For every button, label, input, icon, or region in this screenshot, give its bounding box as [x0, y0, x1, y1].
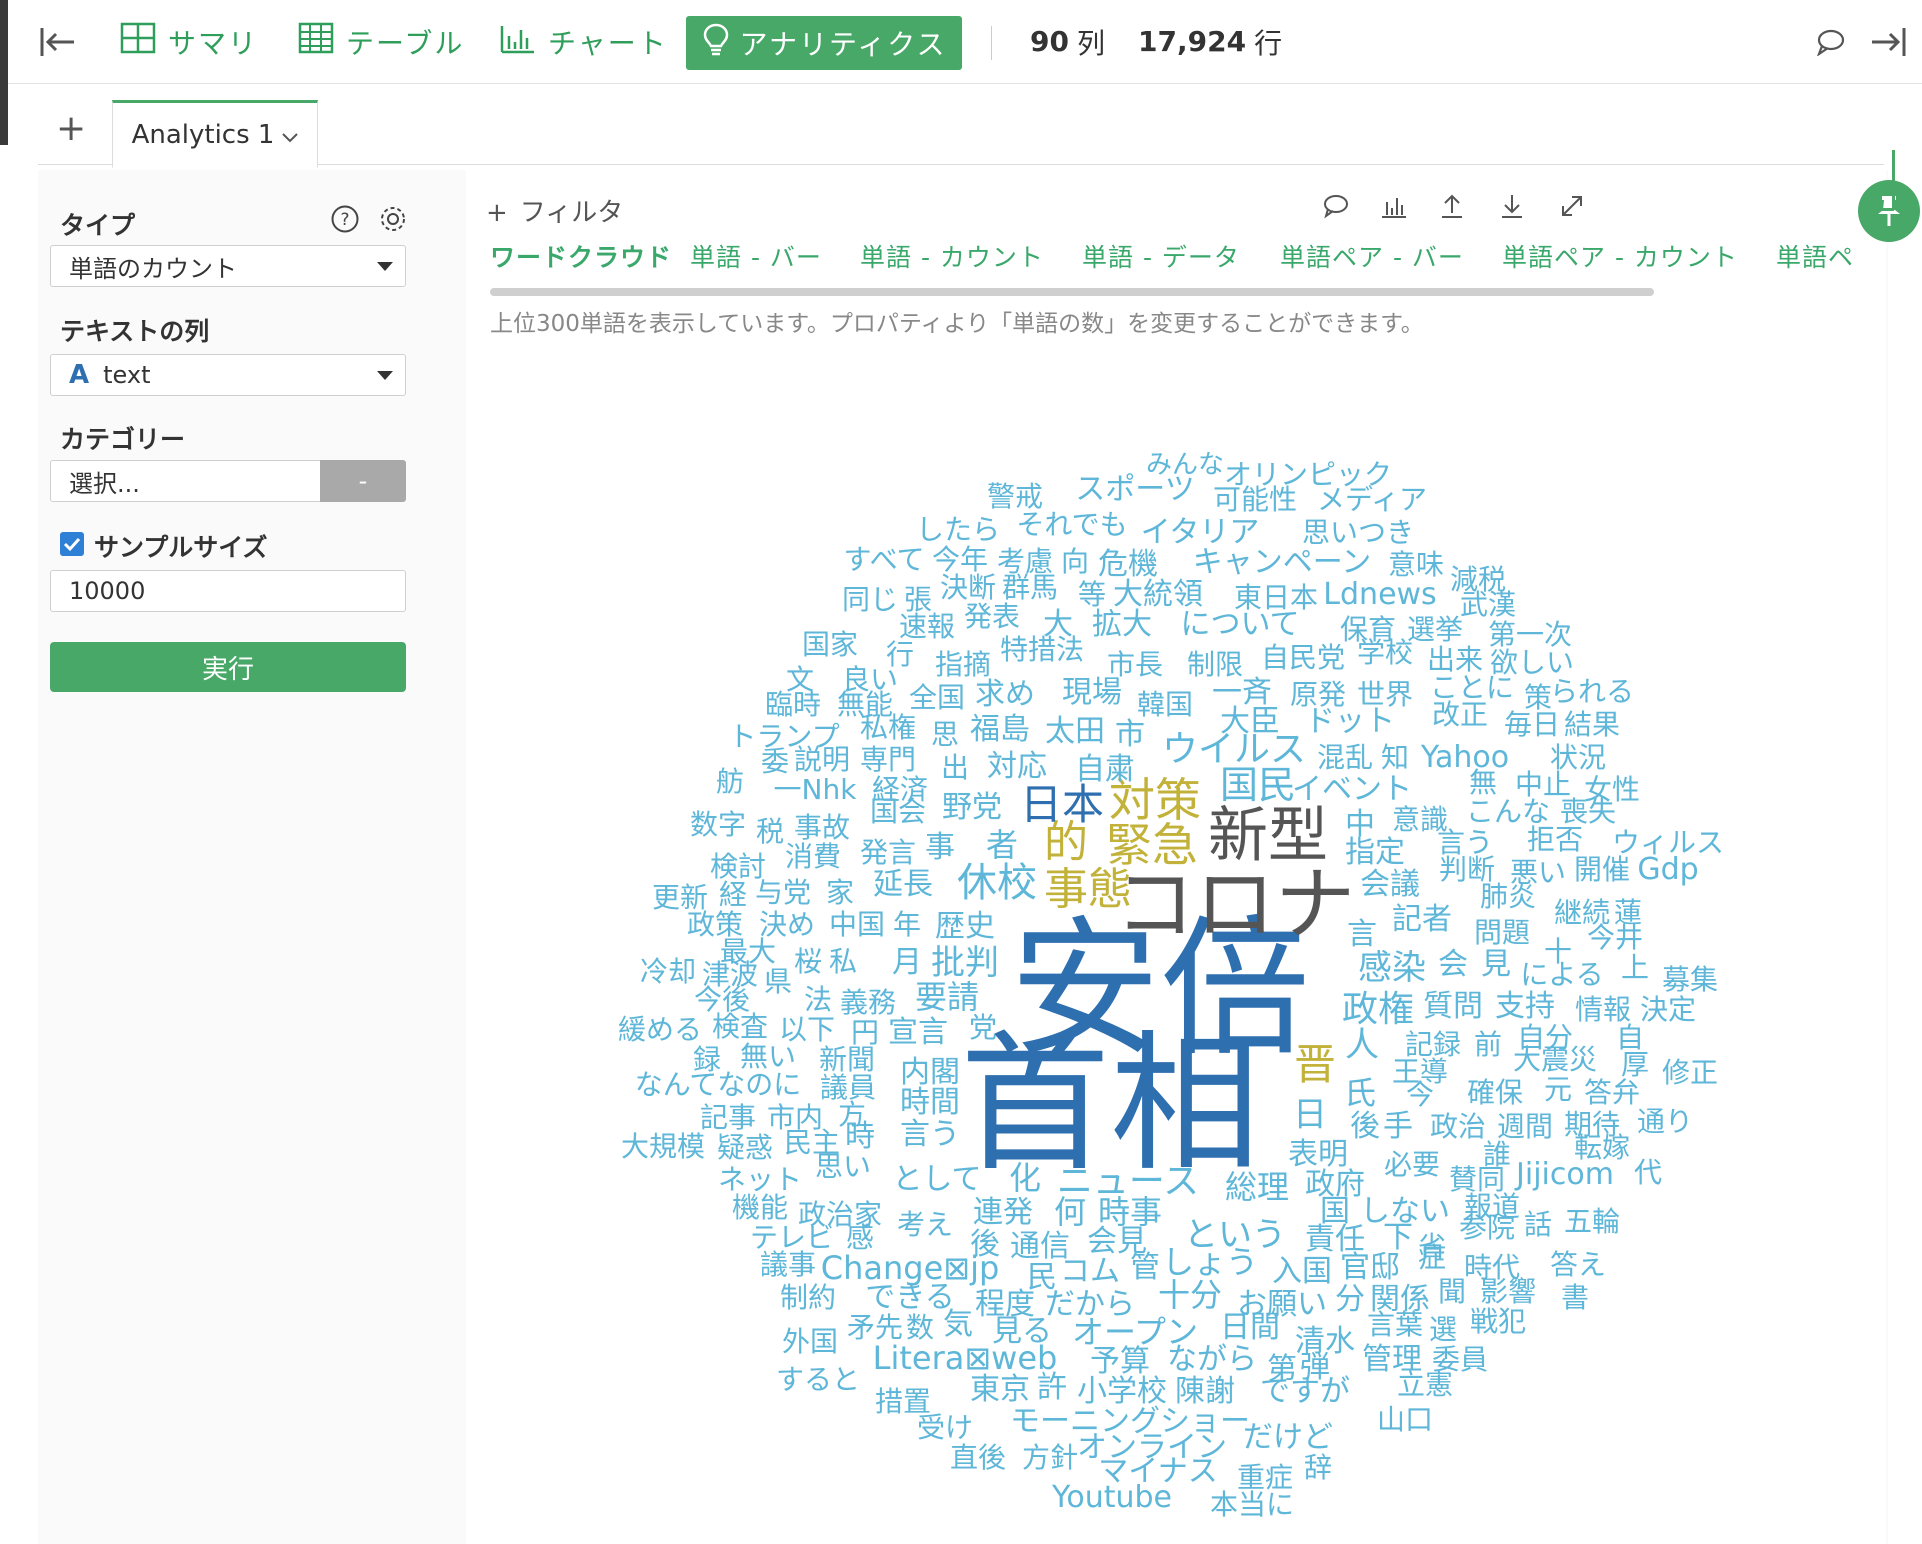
- text-column-label: テキストの列: [60, 317, 210, 346]
- tab-analytics[interactable]: アナリティクス: [686, 16, 962, 70]
- chevron-down-icon: [282, 120, 299, 150]
- column-count-value: 90: [1030, 25, 1069, 58]
- gear-icon[interactable]: [378, 204, 408, 238]
- tab-analytics-label: アナリティクス: [739, 28, 947, 61]
- sample-size-label: サンプルサイズ: [94, 533, 268, 562]
- analytics-tabs: + Analytics 1: [38, 98, 1884, 168]
- tab-chart-label: チャート: [548, 26, 668, 60]
- text-column-value: text: [103, 361, 151, 389]
- category-select[interactable]: 選択...: [50, 460, 320, 502]
- subtab-wordcloud[interactable]: ワードクラウド: [490, 238, 672, 274]
- sample-size-input[interactable]: 10000: [50, 570, 406, 612]
- subtab-word-data[interactable]: 単語 - データ: [1082, 238, 1240, 274]
- download-icon[interactable]: [1498, 192, 1526, 224]
- collapse-left-icon[interactable]: [38, 24, 78, 64]
- subtab-wordpair-bar[interactable]: 単語ペア - バー: [1280, 238, 1464, 274]
- subtabs-scrollbar[interactable]: [490, 288, 1654, 296]
- subtab-wordpair-count[interactable]: 単語ペア - カウント: [1502, 238, 1738, 274]
- right-edge-line-h: [1880, 208, 1894, 211]
- caret-down-icon: [377, 371, 393, 380]
- row-count-unit: 行: [1254, 26, 1283, 60]
- upload-icon[interactable]: [1438, 192, 1466, 224]
- tab-table[interactable]: テーブル: [298, 0, 464, 83]
- plus-icon: +: [486, 198, 508, 228]
- sample-size-checkbox[interactable]: [60, 532, 84, 556]
- collapse-right-icon[interactable]: [1868, 24, 1908, 64]
- analytics-panel: タイプ ? 単語のカウント テキストの列 A text カテゴリー 選択... …: [38, 170, 1920, 1544]
- filter-label: フィルタ: [519, 198, 624, 228]
- type-select[interactable]: 単語のカウント: [50, 245, 406, 287]
- toolbar-divider: [991, 26, 992, 60]
- svg-text:?: ?: [340, 210, 349, 230]
- tab-table-label: テーブル: [346, 26, 465, 60]
- visualization-tabs: ワードクラウド 単語 - バー 単語 - カウント 単語 - データ 単語ペア …: [466, 238, 1886, 286]
- word-limit-note: 上位300単語を表示しています。プロパティより「単語の数」を変更することができま…: [490, 311, 1424, 337]
- category-placeholder: 選択...: [69, 469, 140, 498]
- pin-icon: [1875, 194, 1903, 232]
- table-icon: [298, 22, 346, 61]
- row-count: 17,924 行: [1138, 0, 1282, 83]
- text-type-icon: A: [69, 360, 90, 390]
- analytics-main: + フィルタ ワードクラウド 単語 - バー 単語 - カウント 単語 - データ: [466, 170, 1920, 1544]
- category-label: カテゴリー: [60, 425, 186, 454]
- tab-analytics-1-label: Analytics 1: [131, 120, 275, 150]
- chart-settings-icon[interactable]: [1380, 192, 1408, 224]
- window-edge: [0, 0, 8, 145]
- comment-icon[interactable]: [1816, 28, 1846, 60]
- subtab-word-bar[interactable]: 単語 - バー: [690, 238, 822, 274]
- subtab-wordpair-more[interactable]: 単語ペ: [1776, 238, 1854, 274]
- expand-icon[interactable]: [1558, 192, 1586, 224]
- help-icon[interactable]: ?: [330, 204, 360, 238]
- bar-chart-icon: [500, 22, 548, 61]
- tab-summary-label: サマリ: [168, 26, 259, 60]
- tab-analytics-1[interactable]: Analytics 1: [112, 100, 318, 168]
- top-toolbar: サマリ テーブル チャート アナリティクス 90 列 17,924 行: [8, 0, 1922, 84]
- text-column-select[interactable]: A text: [50, 354, 406, 396]
- row-count-value: 17,924: [1138, 25, 1247, 58]
- sample-size-value: 10000: [69, 577, 146, 605]
- column-count-unit: 列: [1076, 26, 1105, 60]
- tab-summary[interactable]: サマリ: [120, 0, 258, 83]
- add-tab-button[interactable]: +: [56, 108, 86, 149]
- grid-icon: [120, 22, 168, 61]
- add-filter-button[interactable]: + フィルタ: [486, 192, 623, 229]
- lightbulb-icon: [702, 23, 740, 64]
- type-label: タイプ: [60, 211, 136, 240]
- subtab-word-count[interactable]: 単語 - カウント: [860, 238, 1044, 274]
- caret-down-icon: [377, 262, 393, 271]
- right-edge-line: [1892, 150, 1895, 210]
- run-button[interactable]: 実行: [50, 642, 406, 692]
- category-clear-button[interactable]: -: [320, 460, 406, 502]
- pin-button[interactable]: [1858, 180, 1920, 242]
- column-count: 90 列: [1030, 0, 1105, 83]
- comment-icon[interactable]: [1322, 192, 1350, 224]
- tab-chart[interactable]: チャート: [500, 0, 668, 83]
- type-select-value: 単語のカウント: [69, 254, 237, 283]
